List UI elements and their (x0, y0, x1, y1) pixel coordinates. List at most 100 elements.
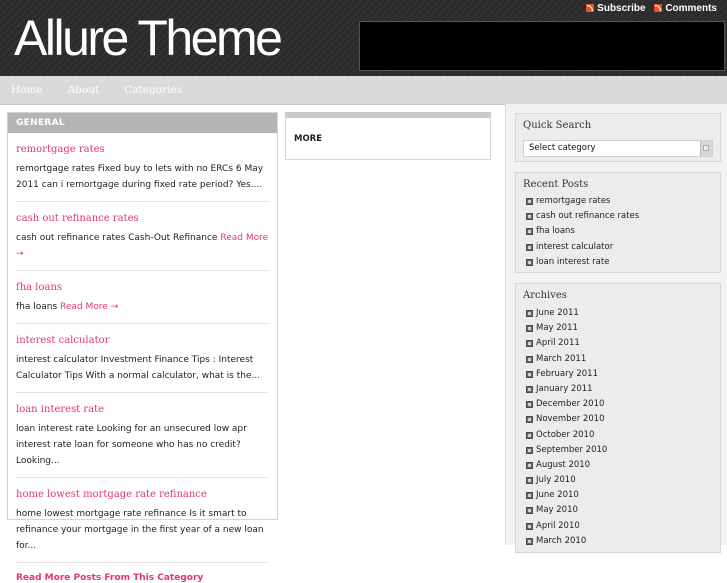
archive-item[interactable]: August 2010 (516, 458, 720, 473)
category-select-value: Select category (529, 143, 596, 153)
subscribe-link[interactable]: Subscribe (586, 3, 646, 14)
post-excerpt-text: fha loans (16, 302, 58, 312)
recent-posts-widget: Recent Posts remortgage rates cash out r… (515, 172, 721, 273)
quick-search-widget: Quick Search Select category (515, 113, 721, 162)
more-box-title: MORE (294, 134, 323, 144)
archive-item[interactable]: February 2011 (516, 367, 720, 382)
archive-item[interactable]: April 2010 (516, 519, 720, 534)
post-title-link[interactable]: remortgage rates (16, 144, 269, 155)
bullet-icon (526, 310, 533, 317)
archive-label: June 2010 (536, 490, 579, 501)
archive-item[interactable]: November 2010 (516, 412, 720, 427)
nav-categories[interactable]: Categories (124, 76, 182, 104)
recent-posts-list: remortgage rates cash out refinance rate… (516, 194, 720, 270)
post-excerpt: cash out refinance rates Cash-Out Refina… (16, 230, 269, 262)
post-excerpt-text: cash out refinance rates Cash-Out Refina… (16, 233, 218, 243)
recent-post-label: interest calculator (536, 241, 614, 252)
post-item: cash out refinance rates cash out refina… (16, 202, 269, 271)
more-posts-link[interactable]: Read More Posts From This Category (16, 563, 269, 583)
bullet-icon (526, 385, 533, 393)
bullet-icon (526, 492, 533, 500)
recent-post-label: fha loans (536, 226, 575, 237)
archive-label: April 2011 (536, 338, 580, 349)
post-excerpt-text: interest calculator Investment Finance T… (16, 355, 261, 381)
comments-label: Comments (665, 3, 717, 14)
category-select[interactable]: Select category (523, 140, 713, 157)
general-box-title: GENERAL (8, 113, 277, 133)
recent-post-item[interactable]: remortgage rates (516, 194, 720, 209)
post-title-link[interactable]: home lowest mortgage rate refinance (16, 489, 269, 500)
bullet-icon (526, 370, 533, 378)
recent-post-item[interactable]: fha loans (516, 224, 720, 239)
archive-item[interactable]: May 2011 (516, 321, 720, 336)
bullet-icon (526, 340, 533, 348)
post-item: fha loans fha loans Read More → (16, 271, 269, 324)
read-more-link[interactable]: Read More → (60, 302, 118, 312)
bullet-icon (526, 461, 533, 469)
nav-home[interactable]: Home (11, 76, 43, 104)
comments-link[interactable]: Comments (654, 3, 717, 14)
site-logo[interactable]: Allure Theme (14, 8, 283, 68)
rss-icon (654, 4, 663, 12)
bullet-icon (526, 537, 533, 545)
recent-post-item[interactable]: loan interest rate (516, 255, 720, 270)
archive-item[interactable]: June 2010 (516, 488, 720, 503)
recent-post-label: loan interest rate (536, 256, 610, 267)
bullet-icon (526, 522, 533, 530)
main-nav: Home About Categories (0, 76, 727, 105)
post-excerpt: loan interest rate Looking for an unsecu… (16, 421, 269, 469)
archive-label: September 2010 (536, 444, 608, 455)
recent-posts-title: Recent Posts (523, 179, 589, 190)
archive-item[interactable]: September 2010 (516, 443, 720, 458)
archive-label: November 2010 (536, 414, 605, 425)
post-item: home lowest mortgage rate refinance home… (16, 478, 269, 563)
bullet-icon (526, 243, 533, 251)
archive-label: May 2011 (536, 323, 578, 334)
archive-item[interactable]: May 2010 (516, 503, 720, 518)
subscribe-label: Subscribe (597, 3, 646, 14)
archive-label: March 2010 (536, 535, 587, 546)
archive-label: March 2011 (536, 353, 587, 364)
recent-post-label: cash out refinance rates (536, 211, 640, 222)
archive-item[interactable]: December 2010 (516, 397, 720, 412)
archive-item[interactable]: July 2010 (516, 473, 720, 488)
bullet-icon (526, 401, 533, 409)
archive-label: April 2010 (536, 520, 580, 531)
archive-label: January 2011 (536, 383, 593, 394)
select-arrow-icon[interactable] (700, 141, 712, 156)
banner-ad[interactable] (359, 21, 725, 71)
bullet-icon (526, 355, 533, 363)
bullet-icon (526, 228, 533, 236)
archives-widget: Archives June 2011 May 2011 April 2011 M… (515, 283, 721, 553)
archive-item[interactable]: March 2010 (516, 534, 720, 549)
post-excerpt: fha loans Read More → (16, 299, 269, 315)
archive-item[interactable]: April 2011 (516, 336, 720, 351)
archive-label: December 2010 (536, 399, 605, 410)
recent-post-item[interactable]: cash out refinance rates (516, 209, 720, 224)
archive-item[interactable]: June 2011 (516, 306, 720, 321)
post-excerpt-text: remortgage rates Fixed buy to lets with … (16, 164, 264, 190)
post-title-link[interactable]: interest calculator (16, 335, 269, 346)
archive-label: August 2010 (536, 459, 591, 470)
archive-item[interactable]: October 2010 (516, 428, 720, 443)
post-item: remortgage rates remortgage rates Fixed … (16, 133, 269, 202)
archive-item[interactable]: January 2011 (516, 382, 720, 397)
post-title-link[interactable]: cash out refinance rates (16, 213, 269, 224)
recent-post-item[interactable]: interest calculator (516, 240, 720, 255)
nav-about[interactable]: About (68, 76, 100, 104)
bullet-icon (526, 431, 533, 439)
archive-item[interactable]: March 2011 (516, 352, 720, 367)
archive-label: February 2011 (536, 368, 598, 379)
post-item: loan interest rate loan interest rate Lo… (16, 393, 269, 478)
bullet-icon (526, 416, 533, 424)
bullet-icon (526, 325, 533, 333)
general-category-box: GENERAL remortgage rates remortgage rate… (7, 112, 278, 583)
post-excerpt: home lowest mortgage rate refinance Is i… (16, 506, 269, 554)
quick-search-title: Quick Search (523, 120, 592, 131)
post-excerpt-text: loan interest rate Looking for an unsecu… (16, 424, 247, 466)
bullet-icon (526, 258, 533, 266)
post-title-link[interactable]: fha loans (16, 282, 269, 293)
post-excerpt: interest calculator Investment Finance T… (16, 352, 269, 384)
archive-label: October 2010 (536, 429, 595, 440)
post-title-link[interactable]: loan interest rate (16, 404, 269, 415)
